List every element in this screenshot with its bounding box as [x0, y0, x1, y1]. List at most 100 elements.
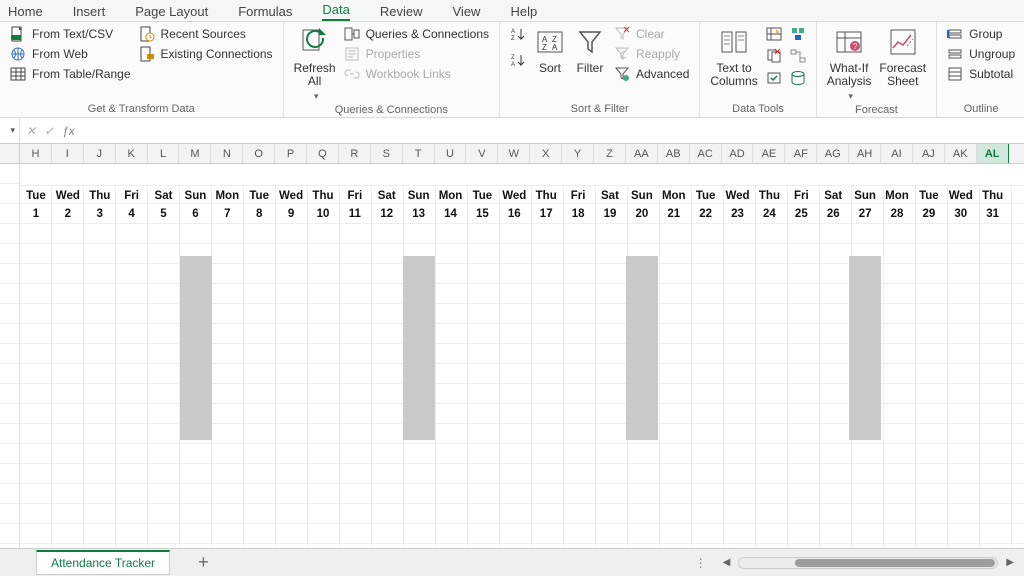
formula-input[interactable]: [81, 118, 1024, 143]
column-header-S[interactable]: S: [371, 144, 403, 163]
existing-connections-button[interactable]: Existing Connections: [139, 46, 273, 62]
column-header-AJ[interactable]: AJ: [913, 144, 945, 163]
manage-data-model-button[interactable]: [790, 70, 806, 86]
workbook-links-button[interactable]: Workbook Links: [344, 66, 489, 82]
column-header-AA[interactable]: AA: [626, 144, 658, 163]
column-header-I[interactable]: I: [52, 144, 84, 163]
column-header-X[interactable]: X: [530, 144, 562, 163]
refresh-all-label: Refresh All: [294, 62, 336, 88]
column-header-Q[interactable]: Q: [307, 144, 339, 163]
from-web-button[interactable]: From Web: [10, 46, 131, 62]
flash-fill-button[interactable]: [766, 26, 782, 42]
clear-filter-button[interactable]: Clear: [614, 26, 689, 42]
group-forecast: ? What-If Analysis▾ Forecast Sheet Forec…: [817, 22, 937, 117]
text-to-columns-button[interactable]: Text to Columns: [710, 26, 757, 88]
add-sheet-button[interactable]: +: [198, 552, 209, 573]
svg-text:A: A: [511, 62, 515, 68]
tab-home[interactable]: Home: [8, 4, 43, 21]
shaded-column: [403, 256, 435, 440]
day-cell: Wed: [945, 190, 977, 202]
tab-view[interactable]: View: [453, 4, 481, 21]
column-header-W[interactable]: W: [498, 144, 530, 163]
day-cell: Sun: [849, 190, 881, 202]
column-header-AC[interactable]: AC: [690, 144, 722, 163]
reapply-filter-button[interactable]: Reapply: [614, 46, 689, 62]
sort-desc-button[interactable]: ZA: [510, 52, 526, 68]
relationships-button[interactable]: [790, 48, 806, 64]
filter-button[interactable]: Filter: [574, 26, 606, 75]
cancel-formula-icon[interactable]: ✕: [26, 124, 36, 138]
sort-asc-button[interactable]: AZ: [510, 26, 526, 42]
sheet-tab-scroll-menu[interactable]: ⋮: [695, 556, 709, 570]
tab-formulas[interactable]: Formulas: [238, 4, 292, 21]
column-header-AD[interactable]: AD: [722, 144, 754, 163]
column-header-O[interactable]: O: [243, 144, 275, 163]
day-cell: Mon: [435, 190, 467, 202]
properties-button[interactable]: Properties: [344, 46, 489, 62]
name-box[interactable]: ▾: [0, 118, 20, 143]
column-header-U[interactable]: U: [435, 144, 467, 163]
column-header-T[interactable]: T: [403, 144, 435, 163]
sheet-tab-active[interactable]: Attendance Tracker: [36, 550, 170, 575]
column-header-K[interactable]: K: [116, 144, 148, 163]
what-if-analysis-button[interactable]: ? What-If Analysis▾: [827, 26, 872, 102]
column-header-AI[interactable]: AI: [881, 144, 913, 163]
column-header-R[interactable]: R: [339, 144, 371, 163]
column-header-L[interactable]: L: [148, 144, 180, 163]
group-icon: [947, 26, 963, 42]
spreadsheet-grid[interactable]: TueWedThuFriSatSunMonTueWedThuFriSatSunM…: [0, 164, 1024, 548]
date-cell: 27: [849, 208, 881, 220]
column-header-AL[interactable]: AL: [977, 144, 1009, 163]
column-header-AG[interactable]: AG: [817, 144, 849, 163]
select-all-corner[interactable]: [0, 144, 20, 163]
tab-insert[interactable]: Insert: [73, 4, 106, 21]
column-header-AE[interactable]: AE: [753, 144, 785, 163]
tab-page-layout[interactable]: Page Layout: [135, 4, 208, 21]
scroll-left-button[interactable]: ◀: [723, 557, 731, 568]
workbook-links-icon: [344, 66, 360, 82]
recent-sources-button[interactable]: Recent Sources: [139, 26, 273, 42]
enter-formula-icon[interactable]: ✓: [44, 124, 54, 138]
refresh-all-button[interactable]: Refresh All▾: [294, 26, 336, 102]
column-header-N[interactable]: N: [211, 144, 243, 163]
advanced-filter-button[interactable]: Advanced: [614, 66, 689, 82]
data-validation-button[interactable]: [766, 70, 782, 86]
sort-button[interactable]: AZZA Sort: [534, 26, 566, 75]
column-header-AF[interactable]: AF: [785, 144, 817, 163]
from-table-range-button[interactable]: From Table/Range: [10, 66, 131, 82]
day-cell: Mon: [881, 190, 913, 202]
remove-duplicates-button[interactable]: [766, 48, 782, 64]
column-header-AK[interactable]: AK: [945, 144, 977, 163]
column-header-AB[interactable]: AB: [658, 144, 690, 163]
column-header-H[interactable]: H: [20, 144, 52, 163]
from-text-csv-button[interactable]: From Text/CSV: [10, 26, 131, 42]
column-header-J[interactable]: J: [84, 144, 116, 163]
fx-icon[interactable]: ƒx: [62, 124, 75, 138]
consolidate-button[interactable]: [790, 26, 806, 42]
column-header-Z[interactable]: Z: [594, 144, 626, 163]
column-header-V[interactable]: V: [466, 144, 498, 163]
column-header-AH[interactable]: AH: [849, 144, 881, 163]
subtotal-button[interactable]: Subtotal: [947, 66, 1015, 82]
group-rows-button[interactable]: Group: [947, 26, 1015, 42]
date-cell: 10: [307, 208, 339, 220]
date-cell: 3: [84, 208, 116, 220]
day-cell: Tue: [913, 190, 945, 202]
tab-data[interactable]: Data: [322, 2, 349, 21]
what-if-icon: ?: [833, 26, 865, 58]
forecast-sheet-button[interactable]: Forecast Sheet: [879, 26, 926, 88]
group-data-tools: Text to Columns Data Tools: [700, 22, 816, 117]
column-header-Y[interactable]: Y: [562, 144, 594, 163]
tab-help[interactable]: Help: [510, 4, 537, 21]
queries-connections-button[interactable]: Queries & Connections: [344, 26, 489, 42]
svg-text:Z: Z: [511, 55, 515, 61]
tab-review[interactable]: Review: [380, 4, 423, 21]
column-header-M[interactable]: M: [179, 144, 211, 163]
filter-icon: [574, 26, 606, 58]
scroll-thumb[interactable]: [795, 559, 995, 567]
horizontal-scrollbar[interactable]: [738, 557, 998, 569]
date-cell: 28: [881, 208, 913, 220]
column-header-P[interactable]: P: [275, 144, 307, 163]
scroll-right-button[interactable]: ▶: [1006, 557, 1014, 568]
ungroup-button[interactable]: Ungroup: [947, 46, 1015, 62]
